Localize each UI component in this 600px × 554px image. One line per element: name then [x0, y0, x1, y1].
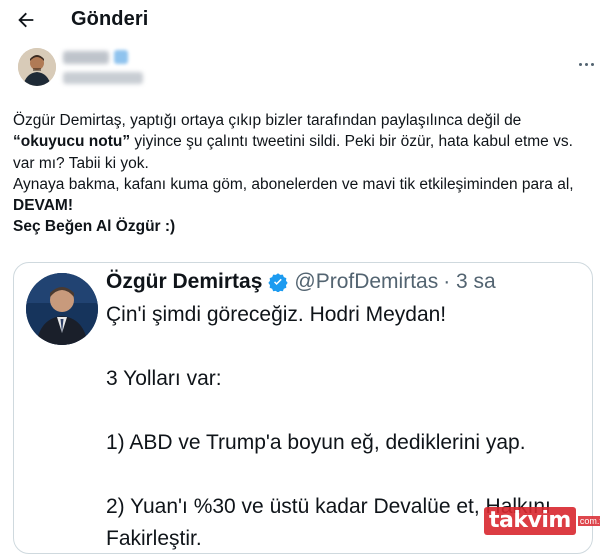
arrow-left-icon	[18, 12, 34, 28]
back-button[interactable]	[12, 6, 40, 34]
page-title: Gönderi	[71, 8, 149, 30]
takvim-watermark-logo: takvim com.tr	[484, 506, 600, 536]
watermark-suffix: com.tr	[577, 516, 600, 526]
quoted-author-avatar[interactable]	[26, 273, 98, 345]
tweet-line: Özgür Demirtaş, yaptığı ortaya çıkıp biz…	[13, 112, 573, 172]
quoted-author-handle[interactable]: @ProfDemirtas	[294, 270, 438, 294]
quoted-paragraph: 1) ABD ve Trump'a boyun eğ, dediklerini …	[106, 431, 526, 454]
verified-badge-redacted	[114, 50, 128, 64]
tweet-line: Seç Beğen Al Özgür :)	[13, 218, 176, 236]
tweet-author	[18, 48, 594, 96]
quoted-author-name[interactable]: Özgür Demirtaş	[106, 270, 262, 294]
author-name-redacted	[63, 51, 109, 64]
more-options-button[interactable]	[574, 52, 598, 76]
quoted-tweet-time[interactable]: · 3 sa	[443, 270, 496, 294]
tweet-line: Aynaya bakma, kafanı kuma göm, abonelerd…	[13, 175, 574, 215]
author-handle-redacted	[63, 72, 143, 84]
tweet-text: Özgür Demirtaş, yaptığı ortaya çıkıp biz…	[13, 110, 588, 238]
quoted-tweet-header: Özgür Demirtaş @ProfDemirtas · 3 sa	[106, 270, 496, 294]
quoted-paragraph: Çin'i şimdi göreceğiz. Hodri Meydan!	[106, 303, 447, 326]
watermark-brand: takvim	[484, 507, 576, 535]
top-bar: Gönderi	[0, 0, 600, 40]
quoted-paragraph: 3 Yolları var:	[106, 367, 222, 390]
avatar[interactable]	[18, 48, 56, 86]
verified-badge-icon	[268, 272, 289, 292]
